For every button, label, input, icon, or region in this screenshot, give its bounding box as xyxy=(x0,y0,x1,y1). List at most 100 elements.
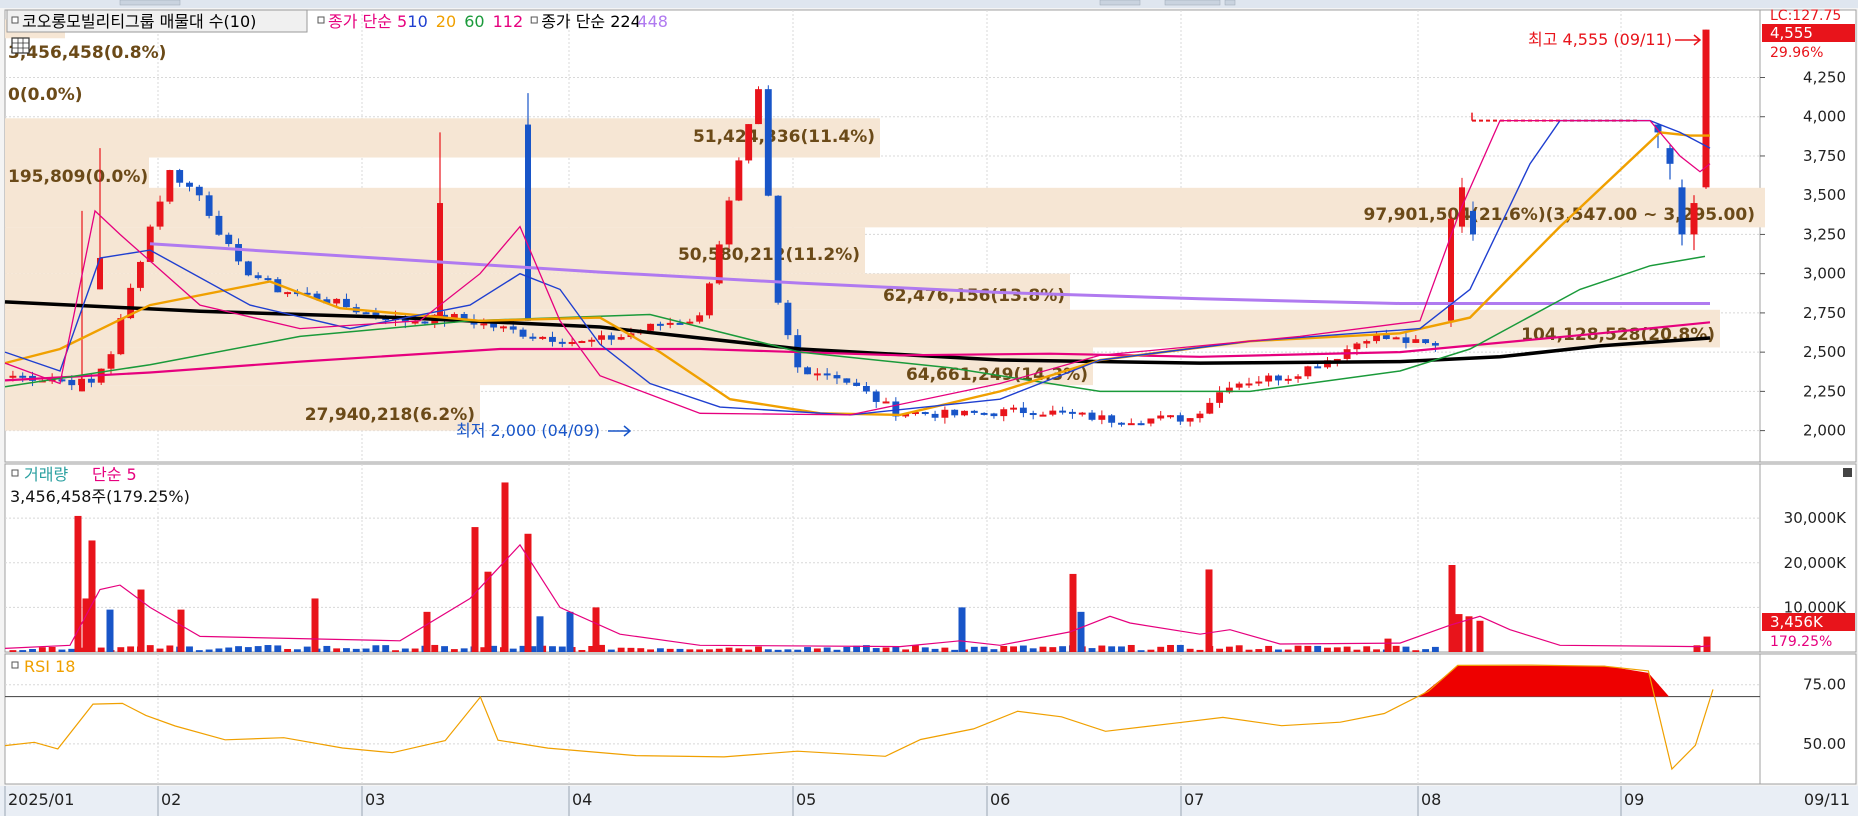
volume-bar xyxy=(29,649,36,652)
stock-chart[interactable]: 2,000 2,250 2,500 2,750 3,000 3,250 3,500 3,750… xyxy=(0,0,1858,816)
current-date-label: 09/11 xyxy=(1804,790,1850,809)
volume-bar xyxy=(617,647,625,652)
x-tick-label: 09 xyxy=(1624,790,1644,809)
x-tick-label: 07 xyxy=(1184,790,1204,809)
candle-body xyxy=(1304,366,1312,377)
candle-body xyxy=(87,378,95,383)
volume-bar xyxy=(1384,638,1392,652)
price-tick-label: 2,000 xyxy=(1803,422,1846,440)
candle-body xyxy=(333,298,341,304)
x-tick-label: 06 xyxy=(990,790,1010,809)
volume-bar xyxy=(88,540,96,652)
current-price-label: 4,555 xyxy=(1770,24,1813,42)
volume-bar xyxy=(1010,646,1017,652)
toolbar-tab[interactable] xyxy=(1164,0,1221,6)
x-tick-label: 04 xyxy=(572,790,592,809)
chart-svg[interactable]: 2,000 2,250 2,500 2,750 3,000 3,250 3,500 3,750… xyxy=(0,0,1858,816)
candle-body xyxy=(706,283,713,316)
x-tick-label: 03 xyxy=(365,790,385,809)
volume-bar xyxy=(186,646,193,652)
candle-body xyxy=(872,391,880,402)
candle-body xyxy=(58,379,66,382)
candle-body xyxy=(666,322,674,325)
volume-bar xyxy=(1108,646,1116,652)
volume-bar xyxy=(1176,644,1184,652)
volume-bar xyxy=(656,648,664,652)
candle-body xyxy=(696,315,704,322)
rsi-tick-label: 75.00 xyxy=(1803,676,1846,694)
candle-body xyxy=(1382,335,1390,339)
volume-bar xyxy=(362,648,370,652)
candle-body xyxy=(1314,366,1322,369)
candle-body xyxy=(578,341,586,344)
candle-body xyxy=(1422,339,1430,344)
candle-body xyxy=(1654,124,1662,133)
candle-body xyxy=(509,326,517,330)
price-tick-label: 4,000 xyxy=(1803,108,1846,126)
volume-legend-item: 거래량 xyxy=(24,465,68,484)
close-icon[interactable] xyxy=(1843,468,1852,477)
candle-body xyxy=(235,244,242,262)
candle-body xyxy=(107,354,115,369)
price-tick-label: 4,250 xyxy=(1803,68,1846,86)
volume-bar xyxy=(411,648,419,652)
volume-bar xyxy=(509,648,517,652)
candle-body xyxy=(774,195,782,303)
volume-bar xyxy=(745,649,753,652)
volume-pct-label: 179.25% xyxy=(1770,634,1832,650)
volume-profile-label: 104,128,528(20.8%) xyxy=(1521,325,1715,345)
volume-bar xyxy=(676,648,684,652)
volume-bar xyxy=(1422,649,1430,652)
toolbar-tab[interactable] xyxy=(119,0,181,6)
candle-body xyxy=(264,278,272,281)
volume-bar xyxy=(501,482,509,652)
volume-bar xyxy=(311,598,319,652)
volume-bar xyxy=(48,646,56,652)
candle-body xyxy=(1353,343,1361,350)
candle-body xyxy=(1108,415,1116,423)
volume-bar xyxy=(666,648,674,652)
volume-bar xyxy=(784,649,792,652)
candle-body xyxy=(1666,148,1674,164)
volume-bar xyxy=(980,646,988,652)
candle-body xyxy=(1147,418,1155,424)
candle-body xyxy=(79,383,85,392)
volume-bar xyxy=(1157,646,1165,652)
volume-bar xyxy=(431,644,439,652)
legend-marker xyxy=(11,469,19,477)
volume-bar xyxy=(19,650,27,652)
volume-profile-label: 0(0.0%) xyxy=(8,85,83,105)
volume-profile-label: 195,809(0.0%) xyxy=(8,167,148,187)
volume-bar xyxy=(166,645,174,652)
toolbar-tab[interactable] xyxy=(1224,0,1236,6)
candle-body xyxy=(19,375,27,378)
legend-item: 448 xyxy=(637,12,668,31)
volume-bar xyxy=(205,649,213,652)
candle-body xyxy=(1068,411,1076,414)
volume-bar xyxy=(804,647,811,652)
volume-bar xyxy=(813,648,821,652)
volume-bar xyxy=(958,607,966,652)
lc-label: LC:127.75 xyxy=(1770,8,1841,24)
candle-body xyxy=(735,160,743,201)
volume-bar xyxy=(558,646,566,652)
volume-bar xyxy=(1088,648,1096,652)
volume-bar xyxy=(536,616,544,652)
candle-body xyxy=(1186,418,1194,422)
candle-body xyxy=(1078,412,1086,415)
volume-bar xyxy=(1275,649,1282,652)
grid-icon[interactable] xyxy=(11,37,30,54)
volume-bar xyxy=(38,647,46,652)
candle-body xyxy=(804,367,811,375)
candle-body xyxy=(1678,187,1686,235)
candle-body xyxy=(254,275,262,279)
candle-body xyxy=(1127,423,1135,426)
candle-body xyxy=(647,323,655,331)
candle-body xyxy=(490,323,498,328)
price-tick-label: 3,000 xyxy=(1803,265,1846,283)
candle-body xyxy=(853,382,861,386)
toolbar-tab[interactable] xyxy=(1099,0,1141,6)
rsi-legend: RSI 18 xyxy=(24,657,75,676)
candle-body xyxy=(1206,402,1214,414)
volume-bar xyxy=(1392,645,1400,652)
